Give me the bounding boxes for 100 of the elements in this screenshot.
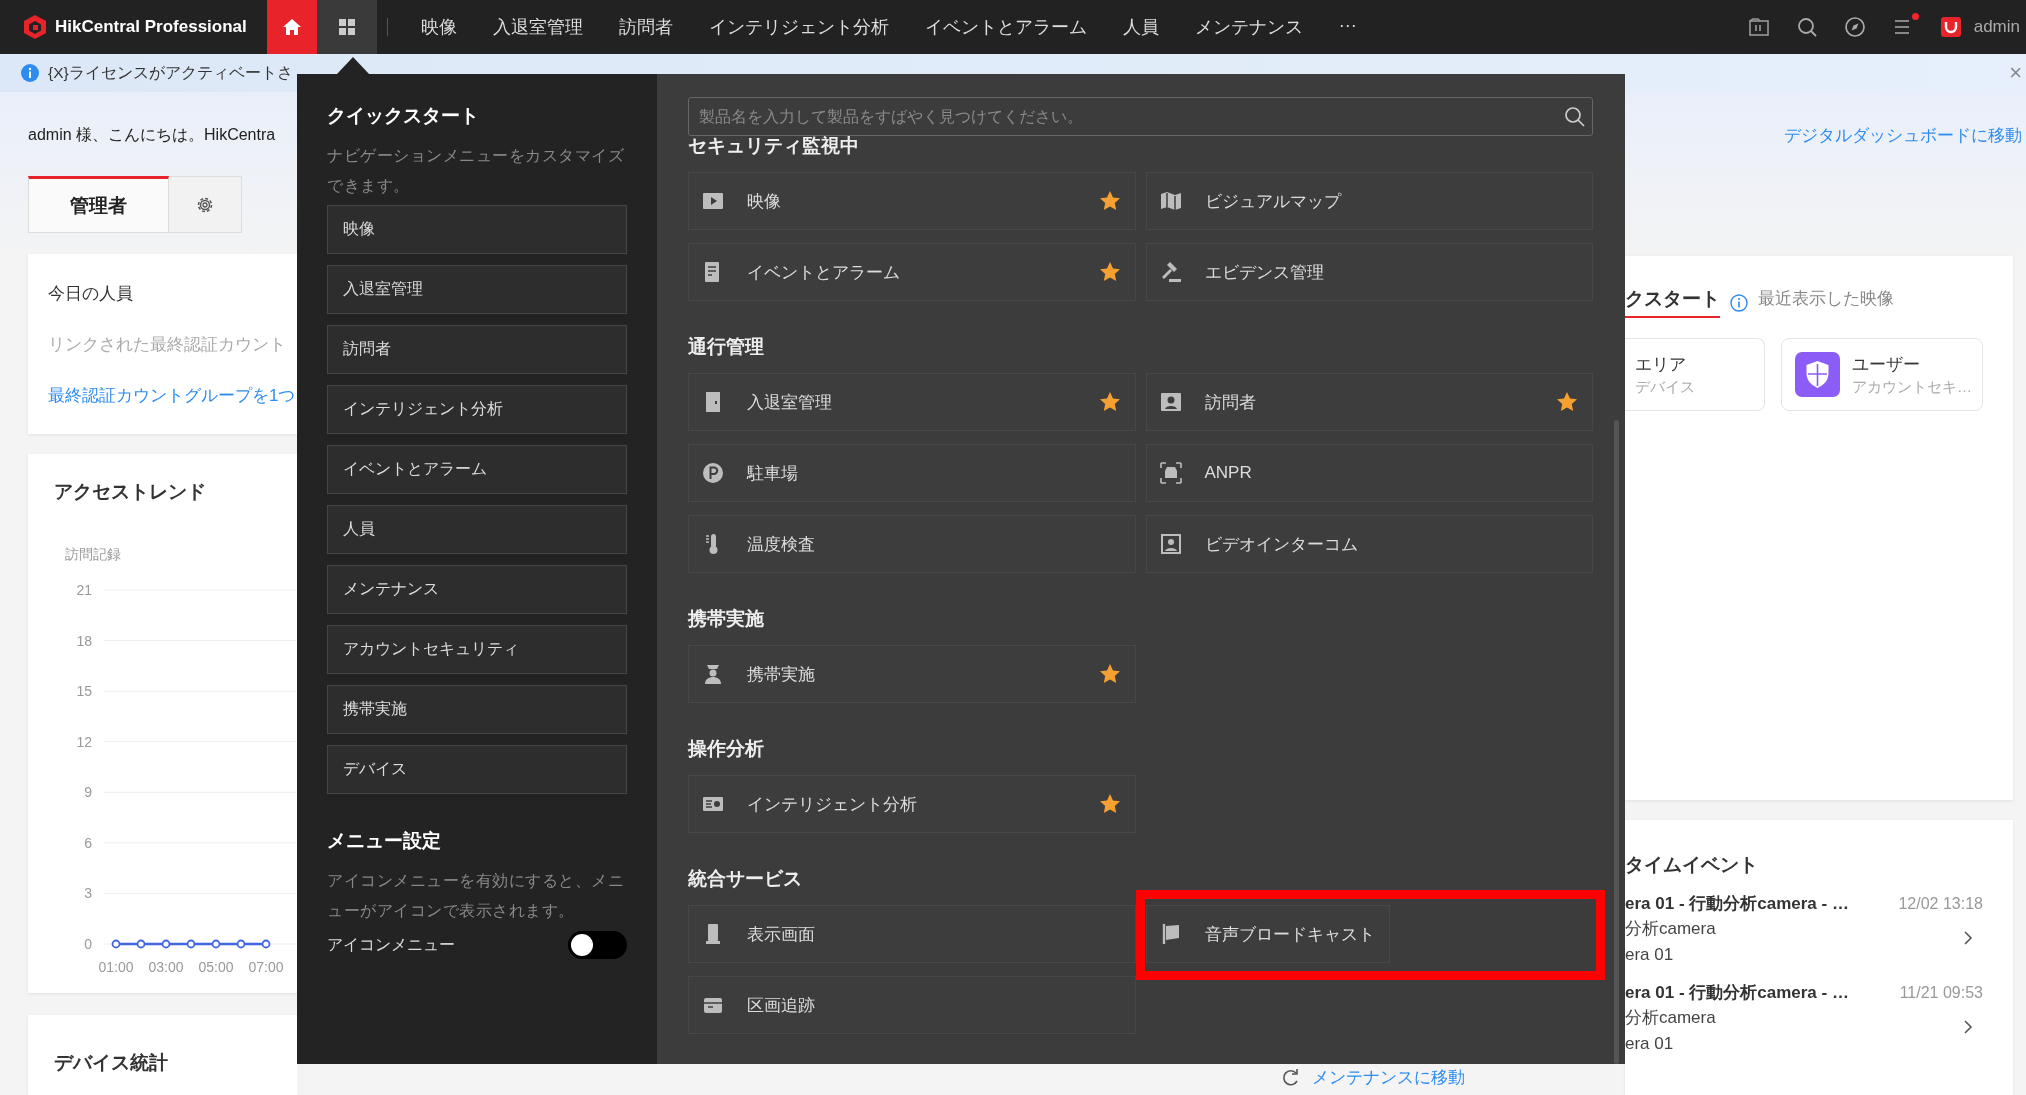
- role-tab[interactable]: 管理者: [28, 176, 169, 233]
- car-icon: [1158, 461, 1183, 485]
- event-time: 12/02 13:18: [1898, 894, 1983, 914]
- shortcut-item[interactable]: デバイス: [327, 745, 627, 794]
- apps-button[interactable]: [316, 0, 377, 54]
- menu-item[interactable]: メンテナンス: [1194, 15, 1303, 39]
- section-title: 統合サービス: [688, 867, 803, 891]
- shortcut-item[interactable]: イベントとアラーム: [327, 445, 627, 494]
- menu-item[interactable]: インテリジェント分析: [708, 15, 889, 39]
- tick-label: 05:00: [198, 959, 234, 975]
- product-tile[interactable]: エビデンス管理: [1145, 243, 1593, 301]
- tile-title: エリア: [1635, 353, 1687, 376]
- tick-label: 18: [76, 632, 92, 649]
- chevron-icon[interactable]: [1963, 1019, 1973, 1035]
- tick-label: 9: [84, 784, 92, 801]
- menu-item[interactable]: 入退室管理: [492, 15, 583, 39]
- product-tile[interactable]: インテリジェント分析: [688, 775, 1136, 833]
- chevron-icon[interactable]: [1963, 930, 1973, 946]
- star-icon[interactable]: [1098, 391, 1121, 413]
- event-title[interactable]: era 01 - 行動分析camera - …: [1625, 981, 1900, 1005]
- data-point: [211, 939, 221, 949]
- data-point: [236, 939, 246, 949]
- shortcut-item[interactable]: 人員: [327, 505, 627, 554]
- product-tile[interactable]: ANPR: [1145, 444, 1593, 502]
- compass-icon[interactable]: [1843, 16, 1866, 38]
- shortcut-item[interactable]: 映像: [327, 205, 627, 254]
- info-icon: [1730, 293, 1748, 312]
- greeting-text: admin 様、こんにちは。HikCentra: [28, 125, 277, 145]
- contact-card-icon: [1158, 390, 1183, 414]
- product-tile[interactable]: 表示画面: [688, 905, 1136, 963]
- star-icon[interactable]: [1098, 793, 1121, 815]
- product-tile[interactable]: 訪問者: [1145, 373, 1593, 431]
- product-tile[interactable]: イベントとアラーム: [688, 243, 1136, 301]
- shortcut-item[interactable]: 入退室管理: [327, 265, 627, 314]
- product-tile[interactable]: 音声ブロードキャスト: [1145, 905, 1390, 963]
- folder-icon[interactable]: [1747, 16, 1770, 38]
- search-field[interactable]: 製品名を入力して製品をすばやく見つけてください。: [688, 97, 1593, 136]
- card-title: アクセストレンド: [54, 480, 207, 504]
- menu-item[interactable]: 映像: [420, 15, 457, 39]
- card-title: デバイス統計: [54, 1051, 169, 1075]
- menu-item[interactable]: イベントとアラーム: [924, 15, 1087, 39]
- star-icon[interactable]: [1098, 663, 1121, 685]
- product-tile[interactable]: 映像: [688, 172, 1136, 230]
- product-tile[interactable]: 温度検査: [688, 515, 1136, 573]
- tick-label: 21: [76, 582, 92, 598]
- product-tile[interactable]: ビジュアルマップ: [1145, 172, 1593, 230]
- user-menu[interactable]: admin: [1973, 17, 2020, 37]
- card-title: タイムイベント: [1625, 853, 1759, 877]
- search-icon[interactable]: [1795, 16, 1818, 38]
- event-title[interactable]: era 01 - 行動分析camera - …: [1625, 892, 1899, 916]
- shortcut-item[interactable]: メンテナンス: [327, 565, 627, 614]
- notice-text: {X}ライセンスがアクティベートさ: [48, 62, 293, 83]
- product-tile[interactable]: 入退室管理: [688, 373, 1136, 431]
- panel-description: ナビゲーションメニューをカスタマイズできます。: [327, 146, 625, 196]
- event-detail: 分析camera: [1625, 1007, 1717, 1029]
- group-link[interactable]: 最終認証カウントグループを1つ: [48, 385, 297, 407]
- home-button[interactable]: [266, 0, 317, 54]
- event-detail: 分析camera: [1625, 918, 1717, 940]
- brand-name: HikCentral Professional: [55, 17, 247, 37]
- data-point: [186, 939, 196, 949]
- tick-label: 12: [76, 733, 92, 750]
- product-tile[interactable]: 区画追跡: [688, 976, 1136, 1034]
- logo-icon: [22, 14, 48, 40]
- refresh-icon: [1280, 1067, 1300, 1088]
- tick-label: 0: [84, 936, 92, 952]
- shortcut-item[interactable]: 携帯実施: [327, 685, 627, 734]
- portrait-icon: [1158, 532, 1183, 556]
- star-icon[interactable]: [1556, 391, 1578, 413]
- tile-title: ユーザー: [1852, 353, 1921, 376]
- menu-item[interactable]: ···: [1338, 15, 1357, 39]
- search-icon[interactable]: [1564, 106, 1585, 127]
- star-icon[interactable]: [1098, 261, 1121, 283]
- data-point: [261, 939, 271, 949]
- menu-item[interactable]: 人員: [1122, 15, 1159, 39]
- toggle-switch[interactable]: [568, 931, 627, 959]
- menu-item[interactable]: 訪問者: [618, 15, 673, 39]
- grid-icon: [337, 18, 356, 36]
- tile-subtitle: デバイス: [1635, 377, 1695, 397]
- data-point: [111, 939, 121, 949]
- home-icon: [281, 17, 302, 37]
- product-tile[interactable]: 駐車場: [688, 444, 1136, 502]
- panel-title: メニュー設定: [327, 829, 442, 853]
- shield-icon: [1795, 352, 1840, 397]
- map-icon: [1158, 189, 1183, 213]
- shortcut-item[interactable]: 訪問者: [327, 325, 627, 374]
- panel-title: クイックスタート: [327, 104, 480, 128]
- section-title: セキュリティ監視中: [688, 134, 860, 158]
- tick-label: 15: [76, 683, 92, 700]
- star-icon[interactable]: [1098, 190, 1121, 212]
- store-icon[interactable]: [1939, 16, 1962, 38]
- axis-title: 訪問記録: [65, 546, 121, 562]
- shortcut-item[interactable]: インテリジェント分析: [327, 385, 627, 434]
- shortcut-tile[interactable]: ユーザー アカウントセキ…: [1781, 338, 1983, 411]
- quick-tab[interactable]: 最近表示した映像: [1758, 287, 1894, 318]
- tick-label: 07:00: [248, 959, 284, 975]
- tick-label: 3: [84, 885, 92, 902]
- shortcut-item[interactable]: アカウントセキュリティ: [327, 625, 627, 674]
- product-tile[interactable]: 携帯実施: [688, 645, 1136, 703]
- scrollbar[interactable]: [1614, 420, 1619, 1064]
- product-tile[interactable]: ビデオインターコム: [1145, 515, 1593, 573]
